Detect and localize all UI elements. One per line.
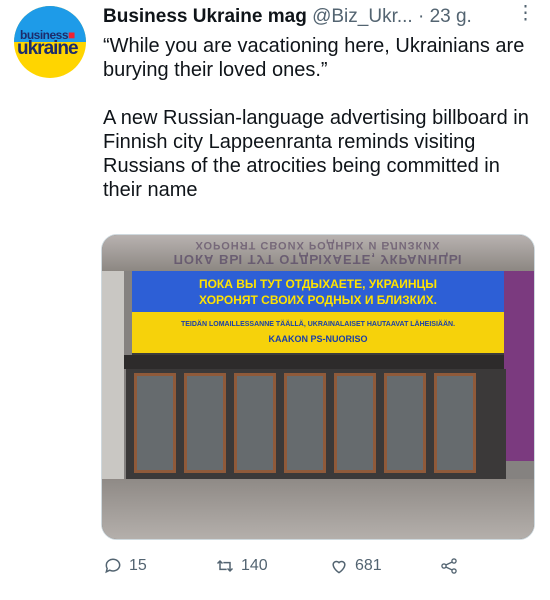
left-pillar	[102, 271, 124, 501]
door	[234, 373, 276, 473]
tweet-timestamp[interactable]: 23 g.	[430, 6, 472, 27]
billboard-line4: KAAKON PS-NUORISO	[268, 334, 368, 344]
dot-separator: ·	[417, 6, 425, 27]
door	[434, 373, 476, 473]
share-button[interactable]	[439, 556, 459, 576]
billboard-line2: ХОРОНЯТ СВОИХ РОДНЫХ И БЛИЗКИХ.	[199, 293, 437, 307]
tweet-media-image[interactable]: ХОРОНЯТ СВОИХ РОДНЫХ И БЛИЗКИХ ПОКА ВЫ Т…	[101, 234, 535, 540]
right-pillar	[504, 271, 534, 461]
door	[134, 373, 176, 473]
like-count: 681	[355, 557, 382, 574]
lower-wall	[124, 355, 504, 369]
avatar[interactable]: business■ ukraine	[14, 6, 86, 78]
retweet-icon	[216, 559, 234, 573]
share-icon	[441, 558, 457, 574]
door	[284, 373, 326, 473]
author-name[interactable]: Business Ukraine mag	[103, 6, 307, 27]
avatar-logo-line2: ukraine	[17, 38, 79, 59]
more-options-icon[interactable]: ⋮	[516, 2, 536, 25]
reply-icon	[105, 558, 121, 574]
reflected-text-1: ХОРОНЯТ СВОИХ РОДНЫХ И БЛИЗКИХ	[195, 239, 441, 251]
door	[184, 373, 226, 473]
like-button[interactable]: 681	[329, 556, 382, 576]
author-handle[interactable]: @Biz_Ukr...	[312, 6, 413, 27]
tweet-text: “While you are vacationing here, Ukraini…	[103, 35, 529, 201]
reply-count: 15	[129, 557, 147, 574]
tweet-actions: 15 140 681	[103, 556, 543, 580]
ground	[102, 479, 534, 539]
billboard: ПОКА ВЫ ТУТ ОТДЫХАЕТЕ, УКРАИНЦЫ ХОРОНЯТ …	[132, 271, 504, 355]
retweet-count: 140	[241, 557, 268, 574]
door	[334, 373, 376, 473]
billboard-line3: TEIDÄN LOMAILLESSANNE TÄÄLLÄ, UKRAINALAI…	[180, 321, 456, 328]
retweet-button[interactable]: 140	[215, 556, 268, 576]
tweet-header: Business Ukraine mag @Biz_Ukr... · 23 g.…	[103, 3, 536, 30]
billboard-line1: ПОКА ВЫ ТУТ ОТДЫХАЕТЕ, УКРАИНЦЫ	[198, 277, 438, 291]
reflected-text-2: ПОКА ВЫ ТУТ ОТДЫХАЕТЕ, УКРАИНЦЫ	[173, 252, 463, 267]
heart-icon	[332, 560, 346, 574]
reply-button[interactable]: 15	[103, 556, 147, 576]
entrance-doors	[126, 369, 506, 479]
door	[384, 373, 426, 473]
